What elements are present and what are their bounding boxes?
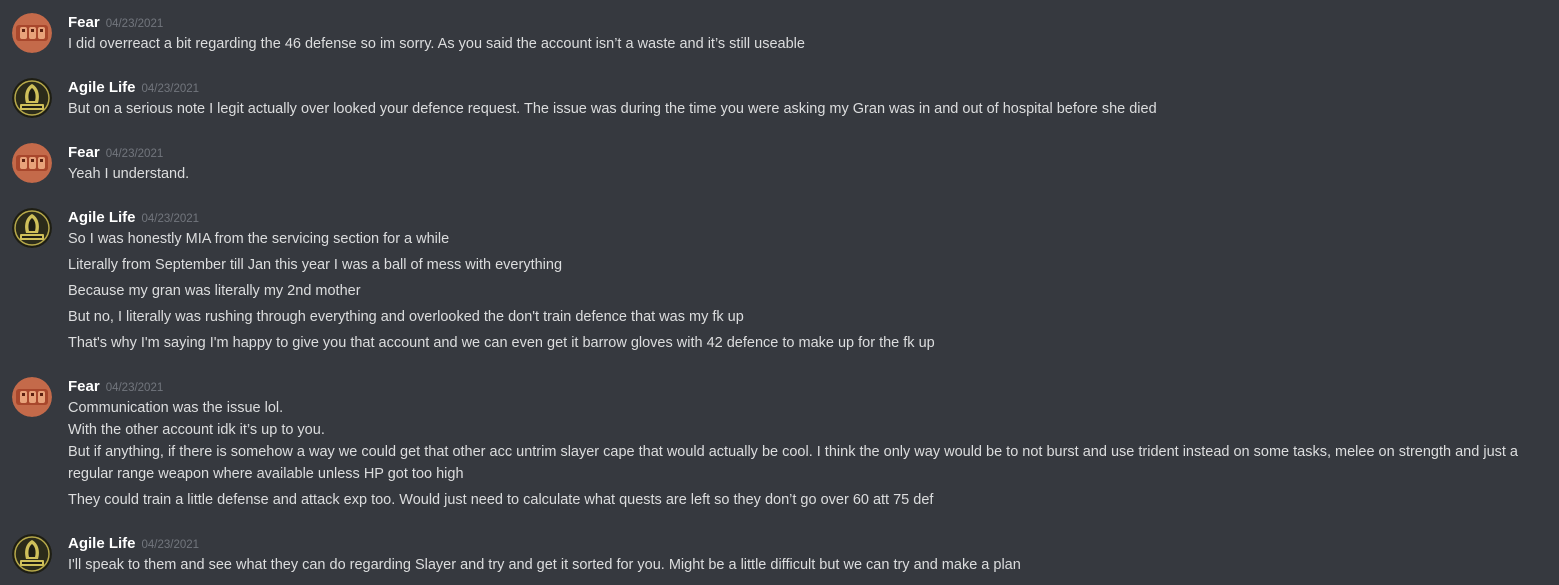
message-line: Literally from September till Jan this y… bbox=[68, 257, 563, 273]
agile-life-logo-avatar-icon[interactable] bbox=[12, 208, 52, 248]
timestamp: 04/23/2021 bbox=[105, 18, 164, 30]
username[interactable]: Fear bbox=[68, 378, 100, 395]
timestamp: 04/23/2021 bbox=[141, 213, 200, 225]
username[interactable]: Fear bbox=[68, 144, 100, 161]
message-header: Agile Life 04/23/2021 bbox=[68, 208, 199, 228]
fear-avatar-icon[interactable] bbox=[12, 13, 52, 53]
message-line: With the other account idk it’s up to yo… bbox=[68, 422, 325, 438]
message-line: But no, I literally was rushing through … bbox=[68, 309, 744, 325]
message-line: I did overreact a bit regarding the 46 d… bbox=[68, 36, 805, 52]
message-line: But if anything, if there is somehow a w… bbox=[68, 444, 1518, 482]
message-line: Communication was the issue lol. bbox=[68, 400, 284, 416]
message-line: But on a serious note I legit actually o… bbox=[68, 101, 1157, 117]
message-line: They could train a little defense and at… bbox=[68, 492, 934, 508]
message-header: Fear 04/23/2021 bbox=[68, 143, 163, 163]
message-line: That's why I'm saying I'm happy to give … bbox=[68, 335, 935, 351]
timestamp: 04/23/2021 bbox=[141, 539, 200, 551]
timestamp: 04/23/2021 bbox=[105, 382, 164, 394]
message-line: I'll speak to them and see what they can… bbox=[68, 557, 1021, 573]
message-header: Agile Life 04/23/2021 bbox=[68, 78, 199, 98]
agile-life-logo-avatar-icon[interactable] bbox=[12, 534, 52, 574]
username[interactable]: Agile Life bbox=[68, 209, 136, 226]
username[interactable]: Agile Life bbox=[68, 79, 136, 96]
timestamp: 04/23/2021 bbox=[105, 148, 164, 160]
fear-avatar-icon[interactable] bbox=[12, 143, 52, 183]
username[interactable]: Fear bbox=[68, 14, 100, 31]
message-line: Yeah I understand. bbox=[68, 166, 190, 182]
fear-avatar-icon[interactable] bbox=[12, 377, 52, 417]
message-header: Agile Life 04/23/2021 bbox=[68, 534, 199, 554]
message-header: Fear 04/23/2021 bbox=[68, 377, 163, 397]
username[interactable]: Agile Life bbox=[68, 535, 136, 552]
message-line: So I was honestly MIA from the servicing… bbox=[68, 231, 450, 247]
message-header: Fear 04/23/2021 bbox=[68, 13, 163, 33]
timestamp: 04/23/2021 bbox=[141, 83, 200, 95]
message-line: Because my gran was literally my 2nd mot… bbox=[68, 283, 361, 299]
agile-life-logo-avatar-icon[interactable] bbox=[12, 78, 52, 118]
